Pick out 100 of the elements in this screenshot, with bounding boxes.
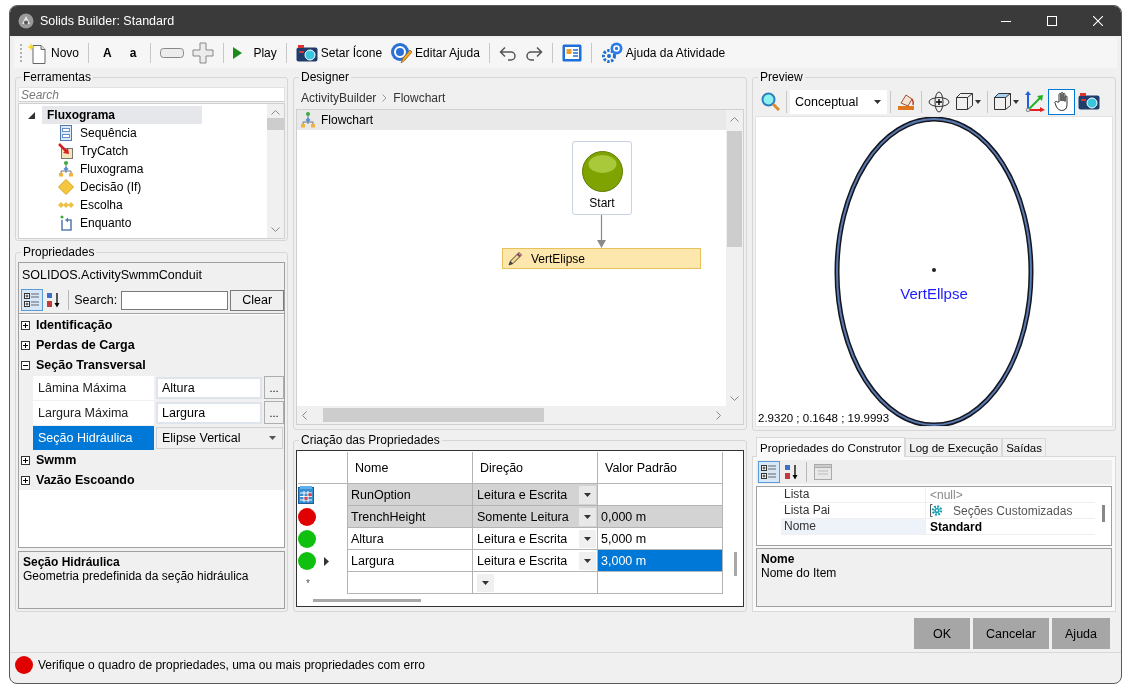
property-name[interactable]: Seção Hidráulica (33, 425, 154, 450)
tree-item[interactable]: Enquanto (79, 214, 133, 232)
properties-title: Propriedades (22, 245, 96, 259)
category-label: Vazão Escoando (36, 473, 135, 487)
cursor-coordinates: 2.9320 ; 0.1648 ; 19.9993 (758, 412, 890, 424)
table-cell[interactable]: 5,000 m (598, 528, 723, 550)
table-cell: Largura (348, 550, 473, 572)
tree-item[interactable]: Escolha (79, 196, 124, 214)
tab[interactable]: Saídas (1002, 438, 1046, 456)
dropdown-button[interactable] (579, 507, 596, 526)
ellipsis-button[interactable]: ... (264, 401, 284, 424)
category-row[interactable]: Vazão Escoando (19, 470, 284, 490)
expand-icon[interactable] (21, 455, 30, 465)
edit-help-button[interactable]: Editar Ajuda (386, 40, 484, 66)
category-label: Seção Transversal (36, 358, 146, 372)
ellipsis-button[interactable]: ... (264, 376, 284, 399)
shaded-cube-icon (994, 93, 1011, 110)
scroll-up-icon (730, 117, 739, 122)
table-cell[interactable]: 3,000 m (598, 550, 723, 572)
dropdown-button[interactable] (579, 485, 596, 504)
category-row[interactable]: Seção Transversal (19, 355, 284, 375)
sort-icon (46, 292, 62, 308)
direction-dropdown[interactable]: Leitura e Escrita (473, 528, 598, 550)
new-row-marker: * (306, 577, 310, 589)
category-row[interactable]: Perdas de Carga (19, 335, 284, 355)
column-header[interactable]: Valor Padrão (598, 452, 723, 484)
activity-node[interactable]: VertElipse (502, 248, 701, 269)
expand-icon[interactable] (21, 475, 30, 485)
tab[interactable]: Log de Execução (905, 438, 1003, 456)
breadcrumb-link[interactable]: ActivityBuilder (301, 91, 377, 105)
activity-help-button[interactable]: Ajuda da Atividade (596, 40, 730, 66)
dropdown-button[interactable] (579, 529, 596, 548)
set-icon-button[interactable]: Setar Ícone (291, 40, 387, 66)
tab[interactable]: Propriedades do Construtor (756, 437, 906, 457)
sort-icon (784, 464, 799, 480)
expand-icon[interactable] (21, 340, 30, 350)
start-label: Start (589, 196, 615, 210)
camera-icon (295, 44, 318, 62)
caret-icon (1013, 99, 1019, 104)
scrollbar-thumb[interactable] (734, 552, 737, 576)
direction-dropdown[interactable]: Leitura e Escrita (473, 550, 598, 572)
expand-icon[interactable] (21, 320, 30, 330)
column-header[interactable]: Nome (348, 452, 473, 484)
property-name[interactable]: Nome (781, 519, 925, 534)
gear-icon (930, 504, 943, 517)
tree-item[interactable]: TryCatch (79, 142, 130, 160)
arrow-box-icon (58, 143, 74, 159)
breadcrumb-link[interactable]: Flowchart (393, 91, 446, 105)
dialog-button[interactable]: Ajuda (1052, 618, 1110, 649)
property-value: <null> (930, 487, 963, 502)
scroll-up-icon (271, 110, 280, 115)
dialog-button[interactable]: Cancelar (973, 618, 1049, 649)
column-header[interactable]: Direção (473, 452, 598, 484)
property-name[interactable]: Lista Pai (781, 503, 925, 518)
tree-item[interactable]: Decisão (If) (79, 178, 143, 196)
pencil-icon (507, 250, 523, 267)
tree-item[interactable]: Fluxograma (42, 106, 202, 124)
new-button[interactable]: Novo (22, 40, 83, 66)
scrollbar-thumb[interactable] (727, 131, 742, 247)
property-value-field[interactable]: Altura (156, 376, 262, 399)
clear-button[interactable]: Clear (230, 289, 284, 311)
dropdown-button[interactable] (477, 573, 494, 592)
description-title: Nome (761, 552, 796, 566)
diamond-icon (58, 179, 74, 195)
collapse-icon[interactable] (21, 360, 30, 370)
tree-item[interactable]: Sequência (79, 124, 138, 142)
property-value-field[interactable]: Largura (156, 401, 262, 424)
visual-style-dropdown[interactable]: Conceptual (790, 89, 887, 114)
play-button[interactable]: Play (229, 40, 281, 66)
font-larger-button[interactable]: A (94, 40, 121, 66)
scrollbar-thumb[interactable] (323, 408, 544, 422)
window-title: Solids Builder: Standard (40, 14, 175, 28)
pan-button[interactable] (1048, 88, 1075, 115)
search-field[interactable] (121, 290, 229, 310)
scrollbar-thumb[interactable] (313, 599, 421, 602)
category-row[interactable]: Swmm (19, 450, 284, 470)
dialog-button[interactable]: OK (914, 618, 970, 649)
orbit-icon (928, 90, 950, 113)
categorized-button[interactable] (21, 289, 43, 311)
start-node[interactable]: Start (572, 141, 632, 215)
maximize-icon (1047, 16, 1057, 26)
status-message: Verifique o quadro de propriedades, uma ou mais propriedades com erro (38, 658, 425, 672)
scrollbar-thumb[interactable] (1101, 505, 1105, 522)
connector-arrow (596, 215, 607, 248)
categorized-button[interactable] (758, 461, 780, 483)
expand-arrow-icon[interactable] (28, 111, 35, 119)
table-cell: Altura (348, 528, 473, 550)
font-smaller-button[interactable]: a (120, 40, 146, 66)
property-dropdown[interactable]: Elipse Vertical (156, 426, 283, 449)
vertical-scrollbar[interactable] (267, 104, 284, 238)
magnifier-icon (761, 92, 780, 111)
caret-icon (874, 99, 881, 104)
tree-item[interactable]: Fluxograma (79, 160, 145, 178)
property-name[interactable]: Lista (781, 487, 925, 502)
category-row[interactable]: Identificação (19, 315, 284, 335)
property-name[interactable]: Lâmina Máxima (33, 375, 154, 400)
property-name[interactable]: Largura Máxima (33, 400, 154, 425)
scroll-down-icon (271, 227, 280, 232)
dropdown-button[interactable] (579, 551, 596, 570)
scrollbar-thumb[interactable] (267, 118, 284, 130)
